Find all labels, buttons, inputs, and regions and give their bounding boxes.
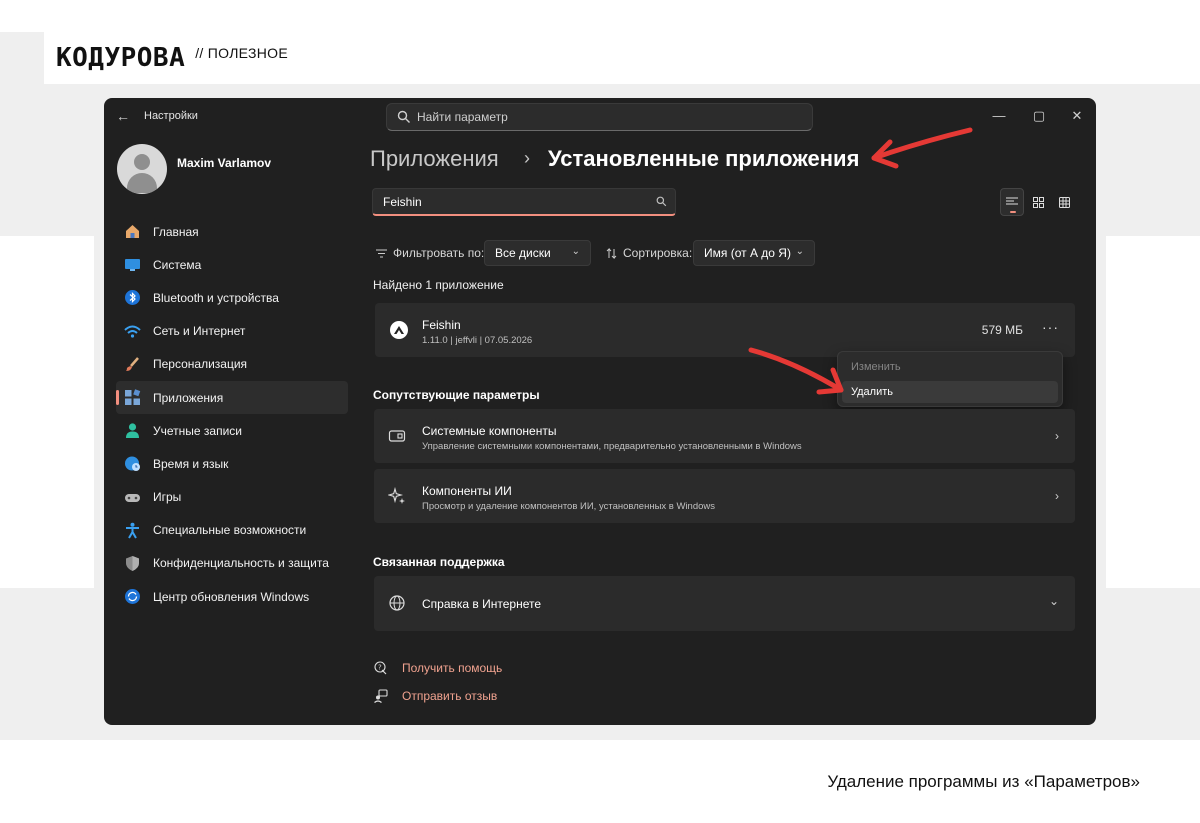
feedback-icon	[374, 689, 388, 703]
search-icon	[656, 196, 667, 207]
app-name: Feishin	[422, 318, 461, 332]
app-meta: 1.11.0 | jeffvli | 07.05.2026	[422, 335, 533, 346]
chevron-right-icon: ›	[1055, 489, 1059, 503]
gamepad-icon	[125, 493, 140, 502]
filter-icon	[376, 249, 387, 257]
brand-header: KOДУРОВА // ПОЛЕЗНОЕ	[44, 32, 1200, 84]
help-icon: ?	[374, 661, 387, 675]
globe-icon	[389, 595, 405, 611]
app-size: 579 МБ	[981, 323, 1023, 337]
update-icon	[125, 589, 140, 605]
app-search-value: Feishin	[383, 194, 422, 209]
minimize-button[interactable]: —	[981, 104, 1017, 128]
feishin-app-icon	[390, 321, 408, 339]
filter-dropdown[interactable]: Все диски ⌄	[484, 240, 591, 266]
annotation-arrow-uninstall	[748, 347, 844, 395]
app-list-item[interactable]: Feishin 1.11.0 | jeffvli | 07.05.2026 57…	[375, 303, 1075, 357]
sidebar-item-apps[interactable]: Приложения	[116, 380, 348, 415]
sidebar-item-privacy[interactable]: Конфиденциальность и защита	[116, 547, 348, 580]
sidebar-item-personalization[interactable]: Персонализация	[116, 348, 348, 381]
figure-caption: Удаление программы из «Параметров»	[827, 772, 1140, 791]
chevron-down-icon: ⌄	[1048, 594, 1059, 608]
sparkle-icon	[388, 487, 405, 504]
sort-dropdown[interactable]: Имя (от А до Я) ⌄	[693, 240, 815, 266]
breadcrumb-separator: ›	[524, 148, 530, 168]
sidebar-item-network[interactable]: Сеть и Интернет	[116, 315, 348, 348]
tile-view-button[interactable]	[1026, 188, 1050, 216]
page-title: Установленные приложения	[548, 146, 860, 171]
ai-components-card[interactable]: Компоненты ИИ Просмотр и удаление компон…	[374, 469, 1075, 523]
tiles-icon	[1032, 196, 1044, 208]
uninstall-menu-item[interactable]: Удалить	[842, 381, 1058, 403]
more-options-button[interactable]: ···	[1042, 319, 1059, 335]
get-help-link[interactable]: ? Получить помощь	[374, 661, 502, 675]
shield-icon	[126, 555, 139, 571]
sidebar-item-accounts[interactable]: Учетные записи	[116, 414, 348, 447]
sidebar-item-windows-update[interactable]: Центр обновления Windows	[116, 580, 348, 613]
components-icon	[388, 430, 406, 442]
system-components-card[interactable]: Системные компоненты Управление системны…	[374, 409, 1075, 463]
modify-menu-item: Изменить	[851, 361, 901, 373]
bluetooth-icon	[125, 290, 140, 306]
background-block	[0, 236, 94, 588]
accessibility-icon	[126, 522, 139, 539]
view-toggle-group	[1000, 188, 1076, 216]
online-help-card[interactable]: Справка в Интернете ⌄	[374, 576, 1075, 631]
chevron-down-icon: ⌄	[571, 246, 580, 257]
filter-label: Фильтровать по:	[376, 246, 484, 260]
send-feedback-link[interactable]: Отправить отзыв	[374, 689, 497, 703]
maximize-button[interactable]: ▢	[1021, 104, 1057, 128]
grid-icon	[1058, 196, 1070, 208]
wifi-icon	[124, 325, 141, 338]
grid-view-button[interactable]	[1052, 188, 1076, 216]
background-block	[1106, 236, 1200, 588]
home-icon	[126, 225, 139, 238]
sidebar-item-system[interactable]: Система	[116, 248, 348, 281]
sidebar-nav: Главная Система Bluetooth и устройства С…	[116, 215, 348, 613]
chevron-down-icon: ⌄	[795, 246, 804, 257]
brush-icon	[126, 356, 139, 371]
account-icon	[126, 423, 139, 439]
sidebar-item-time-language[interactable]: Время и язык	[116, 447, 348, 480]
list-icon	[1006, 197, 1018, 205]
close-button[interactable]: ✕	[1059, 104, 1095, 128]
sidebar-item-gaming[interactable]: Игры	[116, 481, 348, 514]
svg-text:?: ?	[378, 664, 382, 672]
sort-icon	[606, 247, 617, 259]
window-title: Настройки	[144, 110, 198, 122]
annotation-arrow-title	[871, 127, 973, 169]
globe-clock-icon	[125, 456, 140, 472]
display-icon	[125, 259, 140, 272]
sidebar-item-home[interactable]: Главная	[116, 215, 348, 248]
settings-search-input[interactable]: Найти параметр	[386, 103, 813, 131]
app-search-input[interactable]: Feishin	[372, 188, 676, 216]
search-placeholder: Найти параметр	[417, 110, 508, 124]
avatar[interactable]	[117, 144, 167, 194]
back-arrow-icon[interactable]: ←	[116, 108, 132, 124]
user-name: Maxim Varlamov	[177, 156, 272, 170]
sidebar-item-accessibility[interactable]: Специальные возможности	[116, 514, 348, 547]
brand-logo: KOДУРОВА	[56, 43, 186, 73]
sort-label: Сортировка:	[606, 246, 692, 260]
chevron-right-icon: ›	[1055, 429, 1059, 443]
breadcrumb-parent[interactable]: Приложения	[370, 146, 499, 172]
apps-icon	[125, 389, 141, 405]
search-icon	[397, 110, 410, 123]
app-context-menu: Изменить Удалить	[837, 351, 1063, 407]
sidebar-item-bluetooth[interactable]: Bluetooth и устройства	[116, 281, 348, 314]
results-count: Найдено 1 приложение	[373, 278, 504, 292]
settings-window: ← Настройки — ▢ ✕ Найти параметр Maxim V…	[104, 98, 1096, 725]
related-settings-heading: Сопутствующие параметры	[373, 388, 540, 402]
brand-tag: // ПОЛЕЗНОЕ	[195, 45, 289, 61]
related-support-heading: Связанная поддержка	[373, 555, 505, 569]
list-view-button[interactable]	[1000, 188, 1024, 216]
